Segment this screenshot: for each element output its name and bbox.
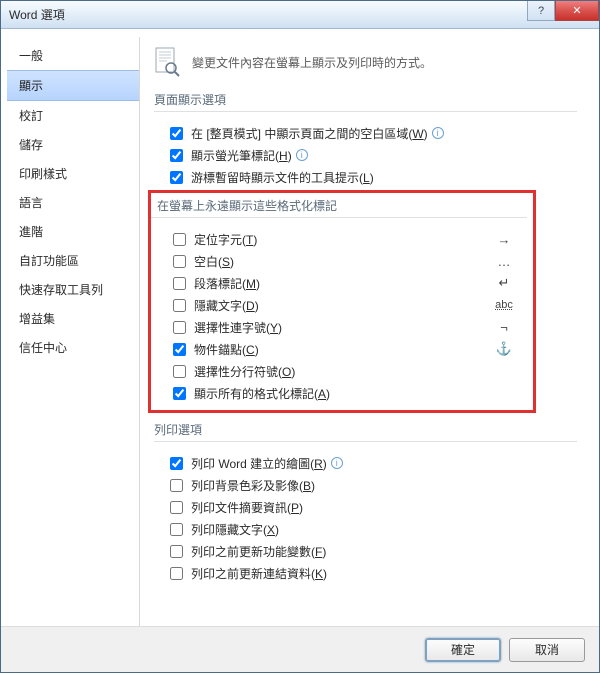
checkbox-paragraph[interactable]	[173, 277, 186, 290]
sidebar-item-addins[interactable]: 增益集	[7, 304, 139, 333]
main-panel: 變更文件內容在螢幕上顯示及列印時的方式。 頁面顯示選項 在 [整頁模式] 中顯示…	[139, 37, 593, 626]
panel-description: 變更文件內容在螢幕上顯示及列印時的方式。	[192, 54, 432, 71]
sidebar-item-advanced[interactable]: 進階	[7, 217, 139, 246]
option-print-background: 列印背景色彩及影像(B)	[154, 474, 577, 496]
window-title: Word 選項	[9, 6, 65, 23]
label-space[interactable]: 空白(S)	[194, 253, 234, 270]
checkbox-print-background[interactable]	[170, 479, 183, 492]
checkbox-optional-break[interactable]	[173, 365, 186, 378]
checkbox-show-all[interactable]	[173, 387, 186, 400]
checkbox-print-properties[interactable]	[170, 501, 183, 514]
option-print-drawings: 列印 Word 建立的繪圖(R) i	[154, 452, 577, 474]
label-object-anchor[interactable]: 物件錨點(C)	[194, 341, 259, 358]
label-optional-hyphen[interactable]: 選擇性連字號(Y)	[194, 319, 282, 336]
label-update-links[interactable]: 列印之前更新連結資料(K)	[191, 565, 327, 582]
checkbox-update-fields[interactable]	[170, 545, 183, 558]
option-print-properties: 列印文件摘要資訊(P)	[154, 496, 577, 518]
glyph-tab: →	[491, 232, 527, 247]
dialog-footer: 確定 取消	[1, 626, 599, 672]
option-object-anchor: 物件錨點(C) ⚓	[151, 338, 527, 360]
sidebar-item-display[interactable]: 顯示	[7, 70, 139, 101]
checkbox-print-hidden[interactable]	[170, 523, 183, 536]
info-icon[interactable]: i	[432, 127, 444, 139]
option-show-all: 顯示所有的格式化標記(A)	[151, 382, 527, 404]
checkbox-space[interactable]	[173, 255, 186, 268]
option-update-fields: 列印之前更新功能變數(F)	[154, 540, 577, 562]
sidebar-item-general[interactable]: 一般	[7, 41, 139, 70]
label-paragraph[interactable]: 段落標記(M)	[194, 275, 260, 292]
option-space: 空白(S) …	[151, 250, 527, 272]
option-whitespace: 在 [整頁模式] 中顯示頁面之間的空白區域(W) i	[154, 122, 577, 144]
cancel-button[interactable]: 取消	[509, 638, 585, 662]
checkbox-print-drawings[interactable]	[170, 457, 183, 470]
option-update-links: 列印之前更新連結資料(K)	[154, 562, 577, 584]
label-hidden-text[interactable]: 隱藏文字(D)	[194, 297, 259, 314]
glyph-paragraph: ↵	[491, 275, 527, 291]
label-highlighter[interactable]: 顯示螢光筆標記(H)	[191, 147, 292, 164]
glyph-optional-hyphen: ¬	[491, 320, 527, 335]
label-print-hidden[interactable]: 列印隱藏文字(X)	[191, 521, 279, 538]
checkbox-update-links[interactable]	[170, 567, 183, 580]
checkbox-whitespace[interactable]	[170, 127, 183, 140]
glyph-space: …	[491, 254, 527, 269]
checkbox-tooltips[interactable]	[170, 171, 183, 184]
section-page-display-title: 頁面顯示選項	[154, 91, 577, 112]
info-icon[interactable]: i	[331, 457, 343, 469]
label-print-background[interactable]: 列印背景色彩及影像(B)	[191, 477, 315, 494]
panel-header: 變更文件內容在螢幕上顯示及列印時的方式。	[154, 47, 577, 77]
sidebar-item-quick-access[interactable]: 快速存取工具列	[7, 275, 139, 304]
word-options-dialog: Word 選項 ? ✕ 一般 顯示 校訂 儲存 印刷樣式 語言 進階 自訂功能區…	[0, 0, 600, 673]
option-tooltips: 游標暫留時顯示文件的工具提示(L)	[154, 166, 577, 188]
section-print-title: 列印選項	[154, 421, 577, 442]
titlebar-controls: ? ✕	[527, 1, 599, 21]
ok-button[interactable]: 確定	[425, 638, 501, 662]
sidebar-item-proofing[interactable]: 校訂	[7, 101, 139, 130]
close-button[interactable]: ✕	[555, 1, 599, 21]
checkbox-object-anchor[interactable]	[173, 343, 186, 356]
glyph-anchor: ⚓	[491, 341, 527, 357]
sidebar-item-language[interactable]: 語言	[7, 188, 139, 217]
close-icon: ✕	[572, 4, 581, 17]
option-optional-hyphen: 選擇性連字號(Y) ¬	[151, 316, 527, 338]
sidebar-item-customize-ribbon[interactable]: 自訂功能區	[7, 246, 139, 275]
label-tooltips[interactable]: 游標暫留時顯示文件的工具提示(L)	[191, 169, 374, 186]
titlebar[interactable]: Word 選項 ? ✕	[1, 1, 599, 29]
label-print-drawings[interactable]: 列印 Word 建立的繪圖(R)	[191, 455, 327, 472]
category-sidebar: 一般 顯示 校訂 儲存 印刷樣式 語言 進階 自訂功能區 快速存取工具列 增益集…	[7, 37, 139, 626]
label-whitespace[interactable]: 在 [整頁模式] 中顯示頁面之間的空白區域(W)	[191, 125, 428, 142]
label-tab[interactable]: 定位字元(T)	[194, 231, 257, 248]
page-display-icon	[154, 47, 182, 77]
sidebar-item-typography[interactable]: 印刷樣式	[7, 159, 139, 188]
option-print-hidden: 列印隱藏文字(X)	[154, 518, 577, 540]
label-update-fields[interactable]: 列印之前更新功能變數(F)	[191, 543, 326, 560]
checkbox-tab[interactable]	[173, 233, 186, 246]
label-optional-break[interactable]: 選擇性分行符號(O)	[194, 363, 295, 380]
option-paragraph: 段落標記(M) ↵	[151, 272, 527, 294]
help-button[interactable]: ?	[527, 1, 555, 21]
checkbox-highlighter[interactable]	[170, 149, 183, 162]
formatting-marks-highlight: 在螢幕上永遠顯示這些格式化標記 定位字元(T) → 空白(S) … 段落標記(M…	[148, 190, 536, 413]
option-hidden-text: 隱藏文字(D) abc	[151, 294, 527, 316]
label-show-all[interactable]: 顯示所有的格式化標記(A)	[194, 385, 330, 402]
option-optional-break: 選擇性分行符號(O)	[151, 360, 527, 382]
checkbox-optional-hyphen[interactable]	[173, 321, 186, 334]
info-icon[interactable]: i	[296, 149, 308, 161]
sidebar-item-save[interactable]: 儲存	[7, 130, 139, 159]
checkbox-hidden-text[interactable]	[173, 299, 186, 312]
label-print-properties[interactable]: 列印文件摘要資訊(P)	[191, 499, 303, 516]
section-formatting-title: 在螢幕上永遠顯示這些格式化標記	[151, 197, 527, 218]
option-highlighter: 顯示螢光筆標記(H) i	[154, 144, 577, 166]
sidebar-item-trust-center[interactable]: 信任中心	[7, 333, 139, 362]
glyph-hidden-text: abc	[491, 299, 527, 311]
option-tab: 定位字元(T) →	[151, 228, 527, 250]
dialog-body: 一般 顯示 校訂 儲存 印刷樣式 語言 進階 自訂功能區 快速存取工具列 增益集…	[1, 29, 599, 626]
